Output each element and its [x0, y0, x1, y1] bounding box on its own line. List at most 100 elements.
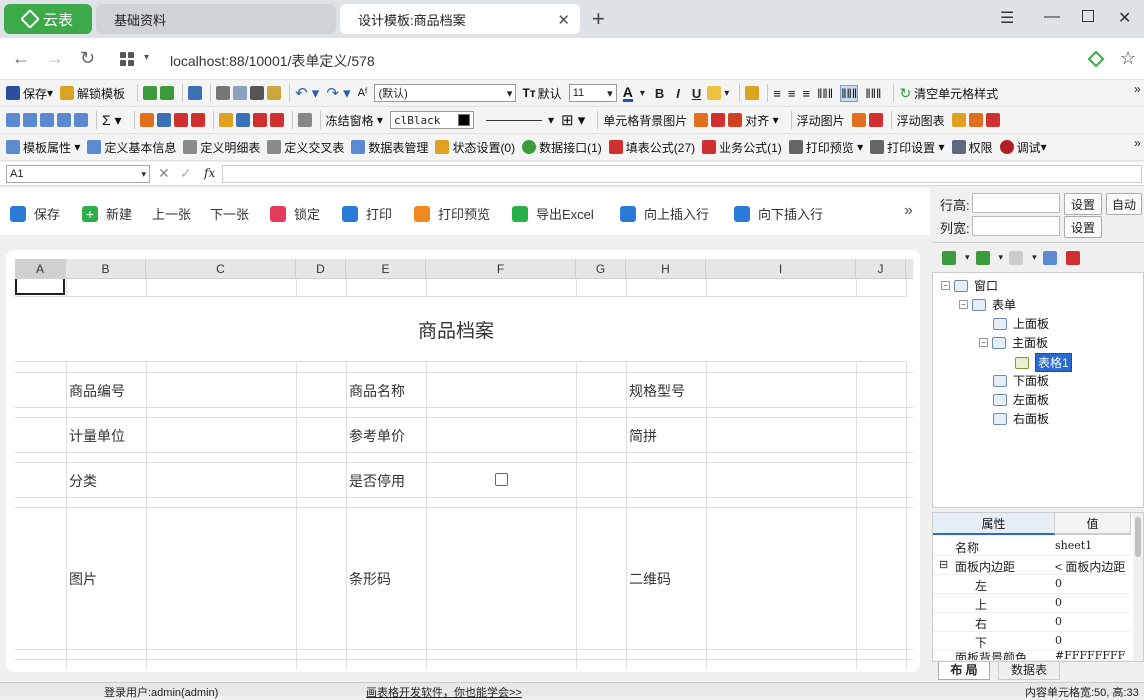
- paste-icon[interactable]: [250, 86, 265, 100]
- prop-row-top[interactable]: 上0: [933, 594, 1131, 613]
- save-tool-button[interactable]: 保存 ▾: [6, 85, 53, 102]
- delete-col-icon[interactable]: [190, 113, 205, 127]
- browser-tab-design-template[interactable]: 设计模板:商品档案 ✕: [340, 4, 580, 34]
- row-height-set-button[interactable]: 设置: [1064, 193, 1102, 215]
- minimize-icon[interactable]: —: [1044, 8, 1060, 26]
- row-height-input[interactable]: [972, 193, 1060, 213]
- apps-dropdown-icon[interactable]: ▾: [144, 52, 149, 63]
- barcode-alt-icon[interactable]: ‖‖‖: [865, 86, 881, 101]
- more-actions-icon[interactable]: »: [904, 202, 913, 220]
- split-h-icon[interactable]: [975, 250, 990, 265]
- window-icon[interactable]: [1042, 250, 1057, 265]
- cut-icon[interactable]: [216, 86, 231, 100]
- forward-icon[interactable]: →: [46, 48, 64, 69]
- prop-scrollbar[interactable]: [1133, 513, 1143, 661]
- action-insert-row-below-button[interactable]: 向下插入行: [734, 204, 823, 223]
- column-header-b[interactable]: B: [66, 259, 146, 279]
- prop-row-bg-color[interactable]: 面板背景颜色 #FFFFFFFF: [933, 651, 1131, 661]
- prop-value[interactable]: #FFFFFFFF: [1055, 651, 1125, 660]
- undo-icon[interactable]: ↶ ▾: [295, 84, 319, 102]
- action-print-button[interactable]: 打印: [342, 204, 392, 223]
- selected-cell-a1[interactable]: [15, 279, 65, 295]
- align-left-icon[interactable]: ≡: [773, 86, 781, 101]
- debug-button[interactable]: 调试 ▾: [999, 139, 1047, 156]
- table-icon-3[interactable]: [40, 113, 54, 127]
- label-pinyin[interactable]: 简拼: [629, 426, 657, 446]
- insert-row-icon[interactable]: [139, 113, 154, 127]
- prop-row-left[interactable]: 左0: [933, 575, 1131, 594]
- column-header-d[interactable]: D: [296, 259, 346, 279]
- barcode-selected-icon[interactable]: ‖‖‖: [840, 84, 859, 102]
- auto-button[interactable]: 自动: [1106, 193, 1142, 215]
- tree-node-top-panel[interactable]: 上面板: [993, 315, 1049, 332]
- clear-format-button[interactable]: ↻ 清空单元格样式: [899, 85, 998, 102]
- float-image-icon-1[interactable]: [851, 113, 866, 127]
- print-setup-button[interactable]: 打印设置 ▾: [870, 139, 945, 156]
- cross-table-button[interactable]: 定义交叉表: [267, 139, 344, 156]
- new-tab-icon[interactable]: +: [592, 6, 605, 32]
- close-window-icon[interactable]: ✕: [1118, 8, 1131, 28]
- split-icon[interactable]: [235, 113, 250, 127]
- back-icon[interactable]: ←: [12, 48, 30, 69]
- bg-image-icon-2[interactable]: [711, 113, 726, 127]
- chart-icon-2[interactable]: [968, 113, 983, 127]
- label-image[interactable]: 图片: [69, 569, 97, 589]
- column-header-c[interactable]: C: [146, 259, 296, 279]
- biz-formula-button[interactable]: 业务公式(1): [702, 139, 782, 156]
- print-preview-tool-button[interactable]: 打印预览 ▾: [788, 139, 863, 156]
- float-image-button[interactable]: 浮动图片: [797, 112, 845, 129]
- disabled-checkbox[interactable]: [495, 473, 508, 486]
- label-barcode[interactable]: 条形码: [349, 569, 391, 589]
- excel-import-icon[interactable]: [143, 86, 158, 100]
- collapse-icon[interactable]: −: [979, 338, 988, 347]
- label-unit[interactable]: 计量单位: [69, 426, 125, 446]
- detail-table-button[interactable]: 定义明细表: [183, 139, 260, 156]
- table-icon-4[interactable]: [57, 113, 71, 127]
- prop-value[interactable]: 0: [1055, 596, 1062, 609]
- redo-icon[interactable]: ↷ ▾: [326, 84, 350, 102]
- chart-icon-3[interactable]: [985, 113, 1000, 127]
- font-name-select[interactable]: (默认) ▾: [374, 84, 517, 102]
- border-icon[interactable]: ⊞ ▾: [561, 111, 585, 129]
- prop-row-bottom[interactable]: 下0: [933, 632, 1131, 651]
- italic-button[interactable]: I: [676, 86, 680, 101]
- font-color-icon[interactable]: A: [622, 85, 633, 102]
- action-prev-button[interactable]: 上一张: [152, 204, 191, 223]
- column-header-h[interactable]: H: [626, 259, 706, 279]
- underline-button[interactable]: U: [692, 86, 701, 101]
- fill-color-icon[interactable]: [707, 86, 722, 100]
- sum-button[interactable]: Σ ▾: [102, 112, 122, 129]
- label-category[interactable]: 分类: [69, 471, 97, 491]
- align-button[interactable]: 对齐 ▾: [728, 112, 779, 129]
- close-tab-icon[interactable]: ✕: [557, 11, 570, 29]
- bg-image-icon-1[interactable]: [694, 113, 709, 127]
- chart-icon-1[interactable]: [951, 113, 966, 127]
- cell-bg-image-button[interactable]: 单元格背景图片: [603, 112, 687, 129]
- tree-node-form[interactable]: − 表单: [959, 296, 1016, 313]
- prop-row-padding[interactable]: ⊟ 面板内边距 < 面板内边距: [933, 556, 1131, 575]
- align-right-icon[interactable]: ≡: [802, 86, 810, 101]
- insert-col-icon[interactable]: [156, 113, 171, 127]
- template-props-button[interactable]: 模板属性 ▾: [6, 139, 80, 156]
- collapse-icon[interactable]: ⊟: [939, 558, 948, 571]
- bookmark-star-icon[interactable]: ☆: [1120, 48, 1136, 69]
- tree-node-table1[interactable]: 表格1: [1015, 353, 1072, 372]
- label-qrcode[interactable]: 二维码: [629, 569, 671, 589]
- maximize-icon[interactable]: [1082, 10, 1094, 22]
- freeze-panes-button[interactable]: 冻结窗格 ▾: [326, 112, 383, 129]
- toolbar3-overflow-icon[interactable]: »: [1134, 136, 1141, 150]
- excel-export-icon[interactable]: [160, 86, 175, 100]
- clear-icon[interactable]: [252, 113, 267, 127]
- prop-value[interactable]: 0: [1055, 615, 1062, 628]
- cell-reference-box[interactable]: A1 ▾: [6, 165, 150, 183]
- tree-node-left-panel[interactable]: 左面板: [993, 391, 1049, 408]
- delete-panel-icon[interactable]: [1065, 250, 1080, 265]
- table-icon-2[interactable]: [23, 113, 37, 127]
- column-header-j[interactable]: J: [856, 259, 906, 279]
- unlock-template-button[interactable]: 解锁模板: [60, 85, 125, 102]
- format-painter-icon[interactable]: [267, 86, 282, 100]
- prop-value[interactable]: 0: [1055, 634, 1062, 647]
- reload-icon[interactable]: ↻: [80, 48, 95, 69]
- barcode-icon[interactable]: ‖‖‖: [817, 86, 833, 101]
- delete-icon[interactable]: [269, 113, 284, 127]
